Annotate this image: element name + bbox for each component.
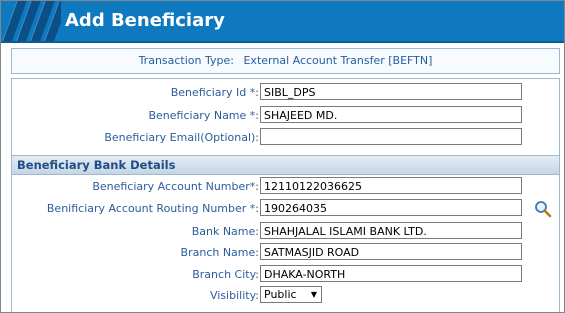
beneficiary-name-row: Beneficiary Name *: SHAJEED MD.	[12, 106, 559, 127]
beneficiary-email-row: Beneficiary Email(Optional):	[12, 128, 559, 149]
routing-number-row: Benificiary Account Routing Number *: 19…	[12, 199, 559, 220]
bank-name-input[interactable]: SHAHJALAL ISLAMI BANK LTD.	[260, 222, 522, 239]
beneficiary-name-label: Beneficiary Name *:	[148, 109, 259, 122]
beneficiary-id-row: Beneficiary Id *: SIBL_DPS	[12, 83, 559, 104]
bank-details-section-title: Beneficiary Bank Details	[17, 158, 176, 172]
branch-name-label: Branch Name:	[180, 246, 259, 259]
beneficiary-email-input[interactable]	[260, 128, 522, 145]
magnifier-icon[interactable]	[533, 199, 553, 219]
title-bar: Add Beneficiary	[1, 1, 564, 43]
bank-details-section-header: Beneficiary Bank Details	[12, 155, 559, 175]
visibility-row: Visibility: Public ▼	[12, 286, 559, 307]
beneficiary-form: Beneficiary Id *: SIBL_DPS Beneficiary N…	[11, 78, 560, 312]
branch-name-row: Branch Name: SATMASJID ROAD	[12, 243, 559, 264]
add-beneficiary-window: Add Beneficiary Transaction Type: Extern…	[0, 0, 565, 313]
account-number-input[interactable]: 12110122036625	[260, 177, 522, 194]
beneficiary-id-label: Beneficiary Id *:	[170, 86, 259, 99]
page-title: Add Beneficiary	[65, 10, 225, 31]
branch-city-input[interactable]: DHAKA-NORTH	[260, 265, 522, 282]
transaction-type-value: External Account Transfer [BEFTN]	[243, 54, 433, 67]
bank-name-label: Bank Name:	[191, 225, 259, 238]
routing-number-label: Benificiary Account Routing Number *:	[46, 202, 259, 215]
branch-name-input[interactable]: SATMASJID ROAD	[260, 243, 522, 260]
branch-city-label: Branch City:	[192, 268, 259, 281]
routing-number-input[interactable]: 190264035	[260, 199, 522, 216]
beneficiary-id-input[interactable]: SIBL_DPS	[260, 83, 522, 100]
chevron-down-icon: ▼	[310, 290, 317, 299]
branch-city-row: Branch City: DHAKA-NORTH	[12, 265, 559, 286]
visibility-select[interactable]: Public ▼	[260, 286, 322, 303]
beneficiary-name-input[interactable]: SHAJEED MD.	[260, 106, 522, 123]
transaction-type-label: Transaction Type:	[138, 54, 234, 67]
account-number-label: Beneficiary Account Number*:	[92, 180, 259, 193]
visibility-selected-value: Public	[264, 288, 297, 301]
title-decoration	[1, 1, 61, 41]
transaction-type-box: Transaction Type: External Account Trans…	[11, 48, 560, 74]
bank-name-row: Bank Name: SHAHJALAL ISLAMI BANK LTD.	[12, 222, 559, 243]
beneficiary-email-label: Beneficiary Email(Optional):	[104, 131, 259, 144]
account-number-row: Beneficiary Account Number*: 12110122036…	[12, 177, 559, 198]
visibility-label: Visibility:	[209, 289, 259, 302]
